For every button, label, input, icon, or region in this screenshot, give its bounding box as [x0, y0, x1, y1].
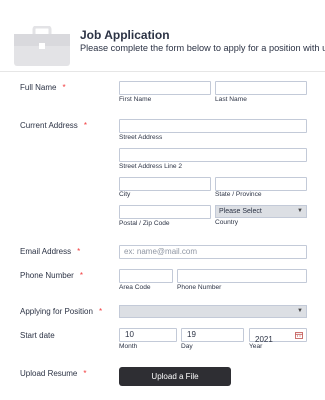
required-marker: * — [98, 307, 103, 316]
required-marker: * — [83, 121, 87, 130]
chevron-down-icon: ▼ — [297, 208, 303, 214]
street-address-sublabel: Street Address — [119, 134, 163, 141]
briefcase-icon — [14, 26, 70, 66]
address-label: Current Address * — [20, 121, 87, 130]
position-select[interactable]: ▼ — [119, 305, 307, 318]
area-code-input[interactable] — [119, 269, 173, 283]
email-label: Email Address * — [20, 247, 81, 256]
postal-code-sublabel: Postal / Zip Code — [119, 220, 170, 227]
area-code-sublabel: Area Code — [119, 284, 151, 291]
street-address-input[interactable] — [119, 119, 307, 133]
chevron-down-icon: ▼ — [297, 308, 303, 314]
phone-label: Phone Number * — [20, 271, 83, 280]
state-input[interactable] — [215, 177, 307, 191]
start-year-input[interactable]: 2021 — [249, 328, 307, 344]
upload-resume-label: Upload Resume * — [20, 369, 87, 378]
day-sublabel: Day — [181, 343, 193, 350]
phone-number-input[interactable] — [177, 269, 307, 283]
state-sublabel: State / Province — [215, 191, 262, 198]
city-sublabel: City — [119, 191, 131, 198]
full-name-label: Full Name * — [20, 83, 66, 92]
last-name-sublabel: Last Name — [215, 96, 247, 103]
phone-number-sublabel: Phone Number — [177, 284, 222, 291]
required-marker: * — [79, 271, 83, 280]
start-month-input[interactable]: 10 — [119, 328, 177, 342]
month-sublabel: Month — [119, 343, 138, 350]
country-select[interactable]: Please Select ▼ — [215, 205, 307, 218]
required-marker: * — [83, 369, 87, 378]
last-name-input[interactable] — [215, 81, 307, 95]
start-day-input[interactable]: 19 — [181, 328, 244, 342]
upload-file-button[interactable]: Upload a File — [119, 367, 231, 386]
street-address-2-sublabel: Street Address Line 2 — [119, 163, 183, 170]
city-input[interactable] — [119, 177, 211, 191]
first-name-sublabel: First Name — [119, 96, 152, 103]
year-sublabel: Year — [249, 343, 263, 350]
required-marker: * — [62, 83, 66, 92]
postal-code-input[interactable] — [119, 205, 211, 219]
street-address-2-input[interactable] — [119, 148, 307, 162]
required-marker: * — [77, 247, 81, 256]
email-input[interactable]: ex: name@mail.com — [119, 245, 307, 259]
first-name-input[interactable] — [119, 81, 211, 95]
form-header: Job Application Please complete the form… — [0, 0, 325, 72]
form-title: Job Application — [80, 28, 170, 42]
start-date-label: Start date — [20, 331, 55, 340]
position-label: Applying for Position * — [20, 307, 103, 316]
country-sublabel: Country — [215, 219, 239, 226]
calendar-icon[interactable] — [295, 331, 303, 339]
form-subtitle: Please complete the form below to apply … — [80, 43, 325, 53]
